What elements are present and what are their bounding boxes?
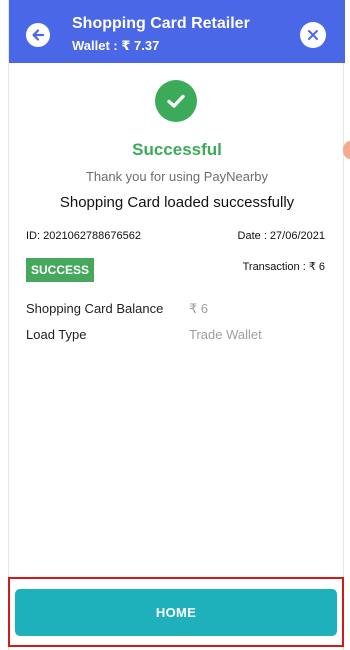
wallet-balance: Wallet : ₹ 7.37 [72, 38, 160, 53]
header-title: Shopping Card Retailer [72, 15, 250, 32]
close-icon [308, 30, 318, 40]
screen: Shopping Card Retailer Wallet : ₹ 7.37 S… [0, 0, 350, 650]
detail-value-load-type: Trade Wallet [189, 327, 262, 342]
detail-label-load-type: Load Type [26, 327, 87, 342]
app-header: Shopping Card Retailer Wallet : ₹ 7.37 [9, 0, 345, 63]
detail-value-balance: ₹ 6 [189, 301, 209, 316]
detail-label-balance: Shopping Card Balance [26, 301, 164, 316]
back-button[interactable] [26, 23, 50, 47]
status-badge: SUCCESS [26, 258, 95, 282]
receipt-card: Shopping Card Retailer Wallet : ₹ 7.37 S… [8, 0, 345, 650]
close-button[interactable] [300, 22, 326, 48]
back-arrow-icon [32, 29, 45, 41]
edge-handle [343, 141, 350, 159]
thanks-text: Thank you for using PayNearby [85, 169, 269, 184]
status-title: Successful [132, 140, 222, 159]
transaction-amount: Transaction : ₹ 6 [242, 261, 325, 273]
home-button[interactable]: HOME [15, 589, 337, 636]
transaction-id: ID: 2021062788676562 [26, 230, 141, 242]
transaction-date: Date : 27/06/2021 [237, 230, 325, 242]
check-circle-icon [155, 80, 197, 122]
success-message: Shopping Card loaded successfully [59, 194, 295, 211]
